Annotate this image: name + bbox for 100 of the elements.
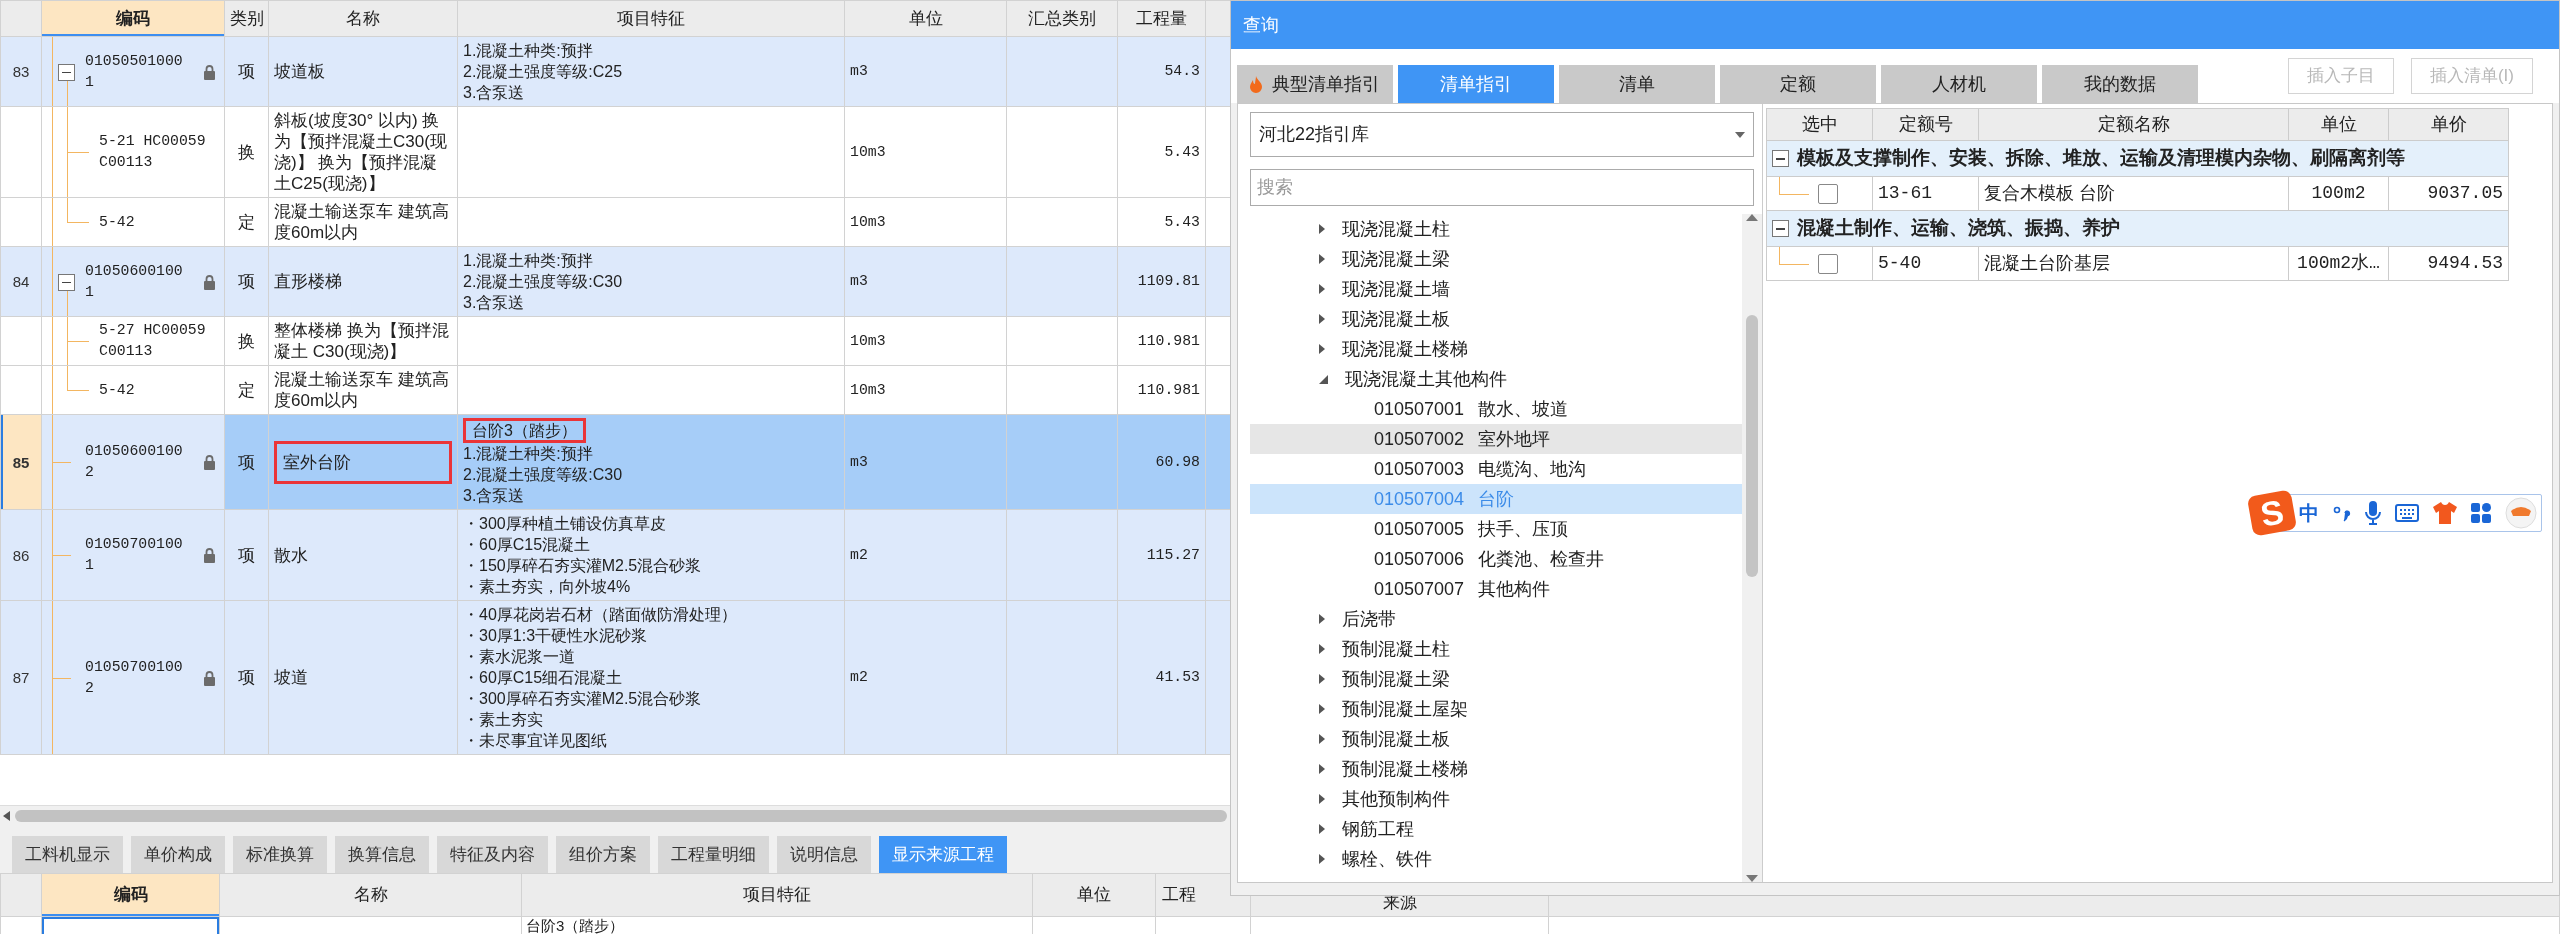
microphone-icon[interactable]	[2365, 501, 2381, 525]
caret-icon[interactable]	[1319, 224, 1325, 234]
tree-item[interactable]: 010507002 室外地坪	[1250, 424, 1742, 454]
caret-icon[interactable]	[1319, 284, 1325, 294]
column-header[interactable]: 定额名称	[1978, 108, 2289, 141]
caret-icon[interactable]	[1319, 344, 1325, 354]
tree-item[interactable]: 现浇混凝土梁	[1250, 244, 1742, 274]
tree-item[interactable]: 预制混凝土屋架	[1250, 694, 1742, 724]
scroll-up-icon[interactable]	[1746, 214, 1758, 221]
tab[interactable]: 人材机	[1881, 65, 2037, 103]
column-header[interactable]: 名称	[268, 0, 458, 37]
collapse-icon[interactable]	[1772, 220, 1789, 237]
tree-item[interactable]: 其他预制构件	[1250, 784, 1742, 814]
tree-item[interactable]: 后浇带	[1250, 604, 1742, 634]
table-row[interactable]: 84 010506001001 项 直形楼梯 1.混凝土种类:预拌 2.混凝土强度等级:C30 3.含泵送 m3 1109.81	[0, 246, 1230, 317]
tab[interactable]: 单价构成	[131, 836, 225, 873]
shirt-icon[interactable]	[2433, 502, 2457, 524]
tree-item[interactable]: 010507003 电缆沟、地沟	[1250, 454, 1742, 484]
column-header[interactable]: 单位	[2288, 108, 2389, 141]
scroll-left-icon[interactable]	[3, 810, 11, 821]
caret-icon[interactable]	[1319, 734, 1325, 744]
tab[interactable]: 标准换算	[233, 836, 327, 873]
column-header[interactable]: 选中	[1766, 108, 1873, 141]
table-row[interactable]: 87 010507001002 项 坡道 ・40厚花岗岩石材（踏面做防滑处理） ・30厚1:3干硬性水泥砂浆 ・素水泥浆一道 ・60厚C15细石混凝土 ・300厚碎石夯实灌M2.5混合砂浆 ・素土夯实 ・未尽事宜详见图纸 m2 41.53	[0, 600, 1230, 755]
tree-item[interactable]: 现浇混凝土柱	[1250, 214, 1742, 244]
checkbox[interactable]	[1818, 183, 1838, 204]
column-header[interactable]: 类别	[224, 0, 269, 37]
caret-icon[interactable]	[1319, 674, 1325, 684]
caret-icon[interactable]	[1319, 704, 1325, 714]
column-header[interactable]: 项目特征	[457, 0, 845, 37]
avatar-icon[interactable]	[2505, 497, 2537, 529]
column-header[interactable]: 单位	[1032, 873, 1156, 917]
scroll-thumb[interactable]	[15, 809, 1227, 822]
tree-item[interactable]: 现浇混凝土楼梯	[1250, 334, 1742, 364]
caret-icon[interactable]	[1319, 614, 1325, 624]
search-field[interactable]: 搜索	[1250, 169, 1754, 206]
code-text: 010506001002	[85, 442, 183, 482]
tree-item[interactable]: 现浇混凝土板	[1250, 304, 1742, 334]
caret-icon[interactable]	[1319, 374, 1328, 384]
tree-item[interactable]: 螺栓、铁件	[1250, 844, 1742, 874]
column-header[interactable]: 工程量	[1117, 0, 1206, 37]
table-row[interactable]: 5-42 定 混凝土输送泵车 建筑高度60m以内 10m3 5.43	[0, 197, 1230, 247]
column-header[interactable]: 单价	[2388, 108, 2509, 141]
column-header[interactable]: 编码	[41, 873, 220, 917]
tab[interactable]: 说明信息	[777, 836, 871, 873]
tree-item[interactable]: 预制混凝土板	[1250, 724, 1742, 754]
punctuation-icon[interactable]	[2333, 504, 2351, 522]
table-row[interactable]: 86 010507001001 项 散水 ・300厚种植土铺设仿真草皮 ・60厚C15混凝土 ・150厚碎石夯实灌M2.5混合砂浆 ・素土夯实，向外坡4% m2 115.27	[0, 509, 1230, 601]
tree-item[interactable]: 现浇混凝土其他构件	[1250, 364, 1742, 394]
scroll-thumb[interactable]	[1746, 315, 1758, 577]
table-row[interactable]: 5-42 定 混凝土输送泵车 建筑高度60m以内 10m3 110.981	[0, 365, 1230, 415]
table-cell: 100m2水…	[2288, 246, 2389, 281]
column-header[interactable]: 定额号	[1872, 108, 1979, 141]
tab[interactable]: 定额	[1720, 65, 1876, 103]
tree-item[interactable]: 预制混凝土梁	[1250, 664, 1742, 694]
feature-text: ・未尽事宜详见图纸	[463, 731, 608, 751]
collapse-icon[interactable]	[58, 273, 75, 291]
tree-item[interactable]: 010507005 扶手、压顶	[1250, 514, 1742, 544]
tab[interactable]: 我的数据	[2042, 65, 2198, 103]
collapse-icon[interactable]	[1772, 150, 1789, 167]
tree-item[interactable]: 010507006 化粪池、检查井	[1250, 544, 1742, 574]
column-header[interactable]: 项目特征	[521, 873, 1033, 917]
tab[interactable]: 换算信息	[335, 836, 429, 873]
caret-icon[interactable]	[1319, 794, 1325, 804]
caret-icon[interactable]	[1319, 854, 1325, 864]
scroll-down-icon[interactable]	[1746, 875, 1758, 882]
tab[interactable]: 工料机显示	[12, 836, 123, 873]
caret-icon[interactable]	[1319, 254, 1325, 264]
tab[interactable]: 工程量明细	[658, 836, 769, 873]
name-text: 混凝土输送泵车 建筑高度60m以内	[274, 202, 449, 242]
tree-item[interactable]: 010507001 散水、坡道	[1250, 394, 1742, 424]
table-row[interactable]: 5-27 HC00059 C00113 换 整体楼梯 换为【预拌混凝土 C30(现浇)】 10m3 110.981	[0, 316, 1230, 366]
tab[interactable]: 清单	[1559, 65, 1715, 103]
grid-icon[interactable]	[2471, 503, 2491, 523]
caret-icon[interactable]	[1319, 764, 1325, 774]
column-header[interactable]: 编码	[41, 0, 225, 37]
tree-item[interactable]: 预制混凝土楼梯	[1250, 754, 1742, 784]
tab[interactable]: 典型清单指引	[1237, 65, 1393, 103]
column-header[interactable]: 名称	[219, 873, 522, 917]
caret-icon[interactable]	[1319, 824, 1325, 834]
caret-icon[interactable]	[1319, 644, 1325, 654]
active-cell[interactable]	[41, 916, 220, 934]
collapse-icon[interactable]	[58, 63, 75, 81]
table-row[interactable]: 83 010505010001 项 坡道板 1.混凝土种类:预拌 2.混凝土强度等级:C25 3.含泵送 m3 54.3	[0, 36, 1230, 107]
tree-item[interactable]: 预制混凝土柱	[1250, 634, 1742, 664]
tree-item[interactable]: 010507007 其他构件	[1250, 574, 1742, 604]
checkbox[interactable]	[1818, 253, 1838, 274]
keyboard-icon[interactable]	[2395, 504, 2419, 522]
caret-icon[interactable]	[1319, 314, 1325, 324]
column-header[interactable]: 单位	[844, 0, 1007, 37]
tab[interactable]: 组价方案	[556, 836, 650, 873]
tree-item[interactable]: 现浇混凝土墙	[1250, 274, 1742, 304]
table-row[interactable]: 5-21 HC00059 C00113 换 斜板(坡度30° 以内) 换为【预拌混凝土C30(现浇)】 换为【预拌混凝土C25(现浇)】 10m3 5.43	[0, 106, 1230, 198]
column-header[interactable]: 汇总类别	[1006, 0, 1118, 37]
table-row[interactable]: 85 010506001002 项 室外台阶 台阶3（踏步） 1.混凝土种类:预拌 2.混凝土强度等级:C30 3.含泵送 m3 60.98	[0, 414, 1230, 510]
table-cell: 复合木模板 台阶	[1978, 176, 2289, 211]
tab[interactable]: 特征及内容	[437, 836, 548, 873]
library-dropdown[interactable]: 河北22指引库	[1250, 112, 1754, 157]
tree-item[interactable]: 钢筋工程	[1250, 814, 1742, 844]
input-mode-toggle[interactable]: 中	[2299, 498, 2319, 528]
